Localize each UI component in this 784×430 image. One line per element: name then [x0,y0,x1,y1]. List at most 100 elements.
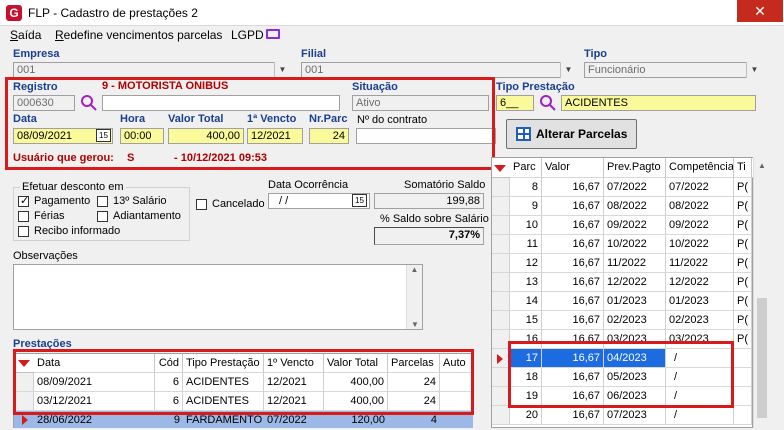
table-cell[interactable]: 08/2022 [666,197,734,216]
table-cell[interactable]: P( [734,273,752,292]
monitor-icon[interactable] [266,29,280,39]
highlight-registro [5,77,495,170]
row-indicator[interactable] [492,178,510,197]
table-cell[interactable]: P( [734,178,752,197]
menu-lgpd[interactable]: LGPD [231,28,264,42]
table-cell[interactable]: P( [734,330,752,349]
col-valor[interactable]: Valor [542,158,604,178]
table-row[interactable]: 9 [510,197,542,216]
tipo-select[interactable]: Funcionário [584,62,762,78]
table-cell[interactable]: P( [734,254,752,273]
table-cell[interactable]: 07/2022 [604,178,666,197]
table-cell[interactable]: 02/2023 [604,311,666,330]
table-cell[interactable]: 12/2022 [666,273,734,292]
menu-saida[interactable]: Saída [10,28,41,42]
table-cell[interactable]: 16,67 [542,292,604,311]
table-cell[interactable]: P( [734,311,752,330]
table-cell[interactable]: P( [734,216,752,235]
table-cell[interactable]: 16,67 [542,254,604,273]
tipo-prestacao-field[interactable]: ACIDENTES [561,95,756,111]
table-cell[interactable]: 11/2022 [604,254,666,273]
table-cell[interactable]: 16,67 [542,197,604,216]
observacoes-textarea[interactable] [13,264,423,330]
table-cell[interactable]: 07/2023 [604,406,666,425]
empresa-select[interactable]: 001 [13,62,290,78]
table-cell[interactable]: P( [734,197,752,216]
table-cell[interactable]: 16,67 [542,311,604,330]
table-cell[interactable]: 10/2022 [666,235,734,254]
row-indicator[interactable] [492,197,510,216]
filial-select[interactable]: 001 [301,62,576,78]
col-competencia[interactable]: Competência [666,158,734,178]
table-row[interactable]: 12 [510,254,542,273]
col-prev-pagto[interactable]: Prev.Pagto [604,158,666,178]
table-cell[interactable]: 16,67 [542,216,604,235]
row-indicator[interactable] [492,235,510,254]
table-row[interactable]: 20 [510,406,542,425]
table-cell[interactable]: 07/2022 [666,178,734,197]
window-title: FLP - Cadastro de prestações 2 [28,6,198,20]
empresa-label: Empresa [13,48,60,60]
table-cell[interactable]: 01/2023 [666,292,734,311]
row-indicator[interactable] [492,311,510,330]
table-row[interactable]: 8 [510,178,542,197]
table-cell[interactable]: 09/2022 [666,216,734,235]
cancelado-label: Cancelado [212,198,265,210]
table-cell[interactable]: P( [734,235,752,254]
table-cell[interactable] [734,368,752,387]
somatorio-label: Somatório Saldo [404,179,486,191]
table-cell[interactable]: 16,67 [542,178,604,197]
table-cell[interactable]: P( [734,292,752,311]
table-cell[interactable] [734,387,752,406]
recibo-checkbox[interactable] [18,226,29,237]
close-button[interactable]: ✕ [737,0,783,22]
table-cell[interactable]: 10/2022 [604,235,666,254]
table-row[interactable]: 11 [510,235,542,254]
table-cell[interactable] [734,349,752,368]
table-cell[interactable]: 12/2022 [604,273,666,292]
cancelado-checkbox[interactable] [196,199,207,210]
col-ti[interactable]: Ti [734,158,752,178]
alterar-parcelas-label: Alterar Parcelas [536,127,628,141]
filial-label: Filial [301,48,327,60]
table-cell[interactable]: 16,67 [542,235,604,254]
sort-down-icon[interactable] [494,165,506,172]
table-cell[interactable]: 09/2022 [604,216,666,235]
table-cell[interactable]: 16,67 [542,273,604,292]
adiantamento-checkbox[interactable] [97,211,108,222]
row-indicator[interactable] [492,254,510,273]
chevron-down-icon[interactable]: ▼ [560,62,576,78]
pagamento-checkbox[interactable]: ✓ [18,195,29,207]
row-indicator[interactable] [492,216,510,235]
table-cell[interactable]: / [666,406,734,425]
scroll-thumb[interactable] [757,298,767,418]
row-indicator[interactable] [492,273,510,292]
parcelas-scrollbar[interactable]: ▲ [753,158,770,428]
table-cell[interactable]: 16,67 [542,406,604,425]
table-row[interactable]: 13 [510,273,542,292]
menu-redefine[interactable]: Redefine vencimentos parcelas [55,28,222,42]
calendar-icon[interactable]: 15 [352,194,367,207]
table-row[interactable]: 10 [510,216,542,235]
chevron-down-icon[interactable]: ▼ [274,62,290,78]
tipo-prestacao-code[interactable]: 6__ [496,95,534,111]
ferias-checkbox[interactable] [18,211,29,222]
table-cell[interactable]: 01/2023 [604,292,666,311]
table-cell[interactable]: 11/2022 [666,254,734,273]
table-cell[interactable] [734,406,752,425]
table-cell[interactable]: 08/2022 [604,197,666,216]
chevron-down-icon[interactable]: ▼ [746,62,762,78]
grid-icon [516,127,531,141]
recibo-label: Recibo informado [34,225,121,237]
table-row[interactable]: 14 [510,292,542,311]
tipo-label: Tipo [584,48,608,60]
table-row[interactable]: 15 [510,311,542,330]
decimo-checkbox[interactable] [97,196,108,207]
table-cell[interactable]: 02/2023 [666,311,734,330]
row-indicator[interactable] [492,292,510,311]
somatorio-field: 199,88 [374,193,484,209]
row-indicator[interactable] [492,406,510,425]
col-parc[interactable]: Parc [510,158,542,178]
observacoes-scrollbar[interactable]: ▲ ▼ [406,265,422,329]
search-icon[interactable] [539,94,557,112]
